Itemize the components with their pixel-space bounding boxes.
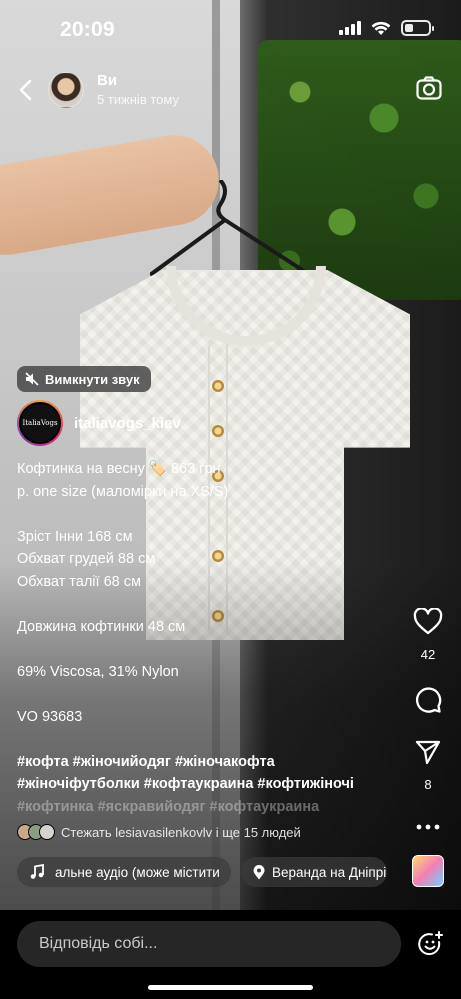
audio-chip-label: альне аудіо (може містити — [55, 864, 220, 880]
author-username[interactable]: italiavogs_kiev — [74, 415, 181, 432]
audio-chip[interactable]: альне аудіо (може містити — [17, 857, 231, 887]
comment-icon[interactable] — [414, 686, 442, 714]
status-time: 20:09 — [60, 18, 115, 41]
share-action[interactable]: 8 — [413, 738, 443, 792]
camera-icon[interactable] — [415, 74, 443, 102]
likes-count: 42 — [420, 647, 436, 662]
more-action[interactable] — [413, 818, 443, 836]
battery-icon — [401, 20, 434, 36]
location-chip-label: Веранда на Дніпрі — [272, 864, 387, 880]
hashtag-line[interactable]: #кофта #жіночийодяг #жіночакофта — [17, 751, 397, 774]
like-action[interactable]: 42 — [413, 607, 443, 662]
caption-line: Кофтинка на весну 🏷️ 863 грн — [17, 461, 221, 477]
author-avatar[interactable]: ItaliaVogs — [17, 400, 63, 446]
music-note-icon — [30, 864, 44, 879]
post-author[interactable]: ItaliaVogs italiavogs_kiev — [17, 400, 181, 446]
status-bar: 20:09 — [0, 0, 461, 62]
audio-thumbnail[interactable] — [412, 855, 444, 887]
avatar — [39, 824, 55, 840]
mute-button[interactable]: Вимкнути звук — [17, 366, 151, 392]
sweater-button — [212, 380, 224, 392]
speaker-muted-icon — [25, 372, 39, 386]
followers-text: Стежать lesiavasilenkovlv і ще 15 людей — [61, 824, 301, 840]
follower-avatars — [17, 824, 55, 840]
reply-bar: Відповідь собі... — [0, 910, 461, 999]
home-indicator — [148, 985, 313, 990]
back-arrow-icon[interactable] — [12, 76, 40, 104]
posted-time: 5 тижнів тому — [97, 92, 179, 107]
user-name[interactable]: Ви — [97, 72, 117, 89]
sweater-button — [212, 425, 224, 437]
location-chip[interactable]: Веранда на Дніпрі — [241, 857, 387, 887]
caption-line: Довжина кофтинки 48 см — [17, 618, 186, 635]
cellular-signal-icon — [339, 21, 361, 35]
status-icons — [339, 20, 434, 36]
shares-count: 8 — [424, 777, 432, 792]
emoji-sticker-icon[interactable] — [417, 930, 445, 958]
heart-icon[interactable] — [413, 607, 443, 636]
caption-line: Обхват грудей 88 см — [17, 551, 156, 567]
mute-label: Вимкнути звук — [45, 371, 140, 387]
caption-line: р. one size (маломірки на XS/S) — [17, 483, 229, 500]
story-header: Ви 5 тижнів тому — [0, 66, 461, 116]
caption-line: VO 93683 — [17, 708, 83, 725]
send-icon[interactable] — [414, 738, 442, 766]
location-pin-icon — [253, 864, 265, 879]
followers-line[interactable]: Стежать lesiavasilenkovlv і ще 15 людей — [17, 822, 301, 842]
user-avatar[interactable] — [48, 72, 84, 108]
comment-action[interactable] — [413, 686, 443, 719]
more-options-icon[interactable] — [414, 823, 442, 831]
caption-line: 69% Viscosa, 31% Nylon — [17, 663, 179, 680]
hashtag-line[interactable]: #кофтинка #яскравийодяг #кофтаукраина — [17, 796, 397, 819]
hashtag-line[interactable]: #жіночіфутболки #кофтаукраина #кофтижіно… — [17, 773, 397, 796]
caption-line: Зріст Інни 168 см — [17, 528, 133, 545]
reply-input[interactable]: Відповідь собі... — [17, 921, 401, 967]
post-caption[interactable]: Кофтинка на весну 🏷️ 863 грн р. one size… — [17, 458, 397, 818]
author-logo: ItaliaVogs — [19, 402, 61, 444]
caption-line: Обхват талії 68 см — [17, 573, 141, 590]
wifi-icon — [371, 21, 391, 35]
